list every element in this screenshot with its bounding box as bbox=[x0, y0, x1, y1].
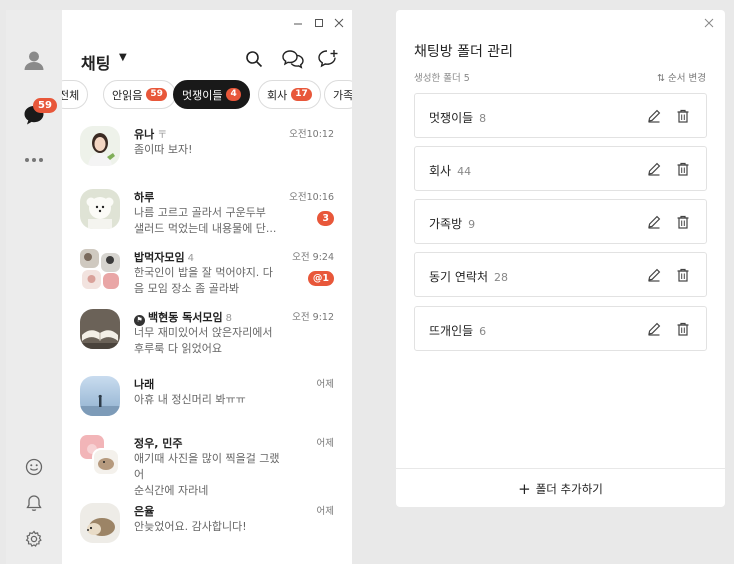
avatar bbox=[80, 309, 120, 349]
tab-count-badge: 4 bbox=[226, 88, 241, 101]
chat-row-eunyul[interactable]: 은율 안늦었어요. 감사합니다! 어제 bbox=[62, 501, 352, 559]
chat-name: 하루 bbox=[134, 191, 155, 204]
folder-count: 44 bbox=[457, 165, 472, 178]
chat-row-haru[interactable]: 하루 나름 고르고 골라서 구운두부 샐러드 먹었는데 내용물에 단... 오전… bbox=[62, 187, 352, 245]
trash-icon[interactable] bbox=[674, 160, 692, 178]
chat-row-narae[interactable]: 나래 아휴 내 정신머리 봐ㅠㅠ 어제 bbox=[62, 374, 352, 432]
settings-icon[interactable] bbox=[20, 525, 48, 553]
edit-icon[interactable] bbox=[645, 107, 663, 125]
chat-name: 밥먹자모임 4 bbox=[134, 251, 194, 264]
folder-name: 회사 bbox=[429, 164, 452, 178]
sort-icon: ⇅ bbox=[657, 73, 669, 84]
chat-row-babmeokja[interactable]: 밥먹자모임 4 한국인이 밥을 잘 먹어야지. 다 음 모임 장소 좀 골라봐 오… bbox=[62, 247, 352, 305]
group-avatar bbox=[80, 249, 120, 289]
trash-icon[interactable] bbox=[674, 266, 692, 284]
edit-icon[interactable] bbox=[645, 320, 663, 338]
edit-icon[interactable] bbox=[645, 160, 663, 178]
more-icon[interactable] bbox=[20, 146, 48, 174]
left-nav: 59 bbox=[6, 10, 62, 564]
emoji-icon[interactable] bbox=[20, 453, 48, 481]
chat-time: 오전 9:12 bbox=[292, 312, 334, 323]
chat-name: 정우, 민주 bbox=[134, 437, 183, 450]
plus-icon: + bbox=[518, 480, 531, 498]
divider bbox=[396, 468, 725, 469]
trash-icon[interactable] bbox=[674, 320, 692, 338]
pin-icon: 〒 bbox=[157, 130, 168, 141]
avatar bbox=[80, 126, 120, 166]
tab-all[interactable]: 전체 bbox=[62, 80, 89, 109]
folder-item[interactable]: 멋쟁이들 8 bbox=[414, 93, 707, 138]
chat-header: 채팅 ▼ bbox=[62, 10, 352, 80]
bell-icon[interactable] bbox=[20, 489, 48, 517]
chat-time: 오전10:16 bbox=[289, 192, 334, 203]
new-chat-icon[interactable] bbox=[316, 47, 340, 71]
trash-icon[interactable] bbox=[674, 213, 692, 231]
folder-count: 28 bbox=[494, 271, 509, 284]
chat-name: 유나 〒 bbox=[134, 128, 168, 141]
search-icon[interactable] bbox=[242, 47, 266, 71]
folder-count-label: 생성한 폴더 5 bbox=[414, 73, 470, 84]
sort-button[interactable]: ⇅ 순서 변경 bbox=[657, 70, 706, 84]
folder-item[interactable]: 동기 연락처 28 bbox=[414, 252, 707, 297]
chat-window: 59 채팅 ▼ 전체 안읽음 59 멋쟁이들 4 회사 17 가족 유나 〒 좀… bbox=[6, 10, 352, 564]
chat-preview: 아휴 내 정신머리 봐ㅠㅠ bbox=[134, 393, 246, 406]
folder-count: 8 bbox=[479, 112, 487, 125]
chat-row-bookclub[interactable]: ⚑ 백현동 독서모임 8 너무 재미있어서 앉은자리에서 후루룩 다 읽었어요 오전… bbox=[62, 307, 352, 365]
chat-name: ⚑ 백현동 독서모임 8 bbox=[134, 309, 232, 326]
folder-tabs: 전체 안읽음 59 멋쟁이들 4 회사 17 가족 bbox=[62, 80, 352, 110]
edit-icon[interactable] bbox=[645, 266, 663, 284]
unread-badge: 3 bbox=[317, 211, 334, 226]
close-icon[interactable] bbox=[702, 16, 716, 30]
add-folder-button[interactable]: + 폴더 추가하기 bbox=[396, 481, 725, 497]
tab-company[interactable]: 회사 17 bbox=[258, 80, 321, 109]
tab-count-badge: 17 bbox=[291, 88, 312, 101]
chat-row-yuna[interactable]: 유나 〒 좀이따 보자! 오전10:12 bbox=[62, 124, 352, 182]
tab-count-badge: 59 bbox=[146, 88, 167, 101]
chat-time: 오전10:12 bbox=[289, 129, 334, 140]
chat-name: 은율 bbox=[134, 505, 155, 518]
chat-preview: 애기때 사진을 많이 찍을걸 그랬어 순식간에 자라네 bbox=[134, 452, 280, 497]
page-title[interactable]: 채팅 bbox=[81, 50, 110, 74]
mention-badge: @1 bbox=[307, 271, 334, 286]
tab-mutjaengideul[interactable]: 멋쟁이들 4 bbox=[173, 80, 250, 109]
folder-name: 뜨개인들 bbox=[429, 324, 474, 338]
folder-item[interactable]: 가족방 9 bbox=[414, 199, 707, 244]
chat-preview: 나름 고르고 골라서 구운두부 샐러드 먹었는데 내용물에 단... bbox=[134, 206, 277, 235]
folder-name: 멋쟁이들 bbox=[429, 111, 474, 125]
chat-preview: 안늦었어요. 감사합니다! bbox=[134, 520, 247, 533]
folder-name: 가족방 bbox=[429, 217, 463, 231]
chevron-down-icon[interactable]: ▼ bbox=[119, 52, 127, 63]
edit-icon[interactable] bbox=[645, 213, 663, 231]
folder-count: 6 bbox=[479, 325, 487, 338]
chat-time: 어제 bbox=[316, 506, 334, 517]
tab-unread[interactable]: 안읽음 59 bbox=[103, 80, 176, 109]
group-avatar bbox=[80, 435, 120, 476]
folder-count: 9 bbox=[468, 218, 476, 231]
trash-icon[interactable] bbox=[674, 107, 692, 125]
avatar bbox=[80, 503, 120, 543]
chat-preview: 한국인이 밥을 잘 먹어야지. 다 음 모임 장소 좀 골라봐 bbox=[134, 266, 273, 295]
panel-title: 채팅방 폴더 관리 bbox=[414, 44, 514, 60]
chat-preview: 좀이따 보자! bbox=[134, 143, 193, 156]
tab-family[interactable]: 가족 bbox=[324, 80, 352, 109]
chat-time: 오전 9:24 bbox=[292, 252, 334, 263]
chat-preview: 너무 재미있어서 앉은자리에서 후루룩 다 읽었어요 bbox=[134, 326, 273, 355]
unread-badge: 59 bbox=[33, 98, 57, 113]
chat-name: 나래 bbox=[134, 378, 155, 391]
chat-row-jeongwoo-minju[interactable]: 정우, 민주 애기때 사진을 많이 찍을걸 그랬어 순식간에 자라네 어제 bbox=[62, 433, 352, 497]
chat-time: 어제 bbox=[316, 379, 334, 390]
open-chat-icon[interactable] bbox=[281, 47, 305, 71]
avatar bbox=[80, 189, 120, 229]
folder-item[interactable]: 회사 44 bbox=[414, 146, 707, 191]
folder-item[interactable]: 뜨개인들 6 bbox=[414, 306, 707, 351]
profile-icon[interactable] bbox=[20, 46, 48, 74]
folder-name: 동기 연락처 bbox=[429, 270, 489, 284]
chat-time: 어제 bbox=[316, 438, 334, 449]
folder-manager-panel: 채팅방 폴더 관리 생성한 폴더 5 ⇅ 순서 변경 멋쟁이들 8 회사 44 가족… bbox=[396, 10, 725, 507]
avatar bbox=[80, 376, 120, 416]
